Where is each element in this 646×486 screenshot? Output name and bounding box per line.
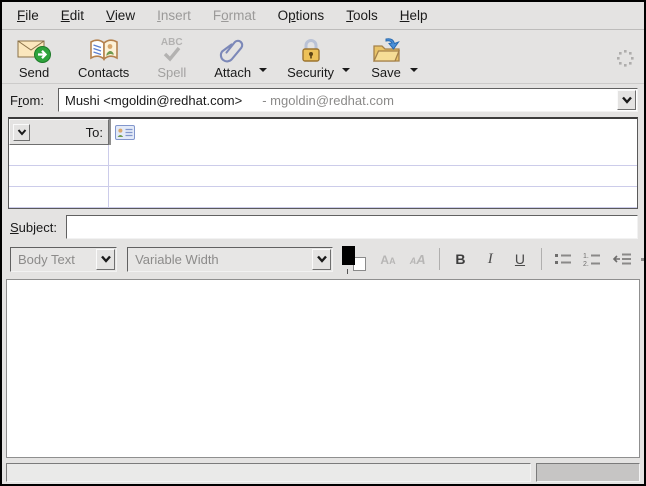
recipient-type-button[interactable]: To: [9, 119, 109, 145]
paragraph-style-dropdown-button[interactable] [96, 249, 115, 270]
compose-window: File Edit View Insert Format Options Too… [0, 0, 646, 486]
recipient-row-4[interactable] [9, 187, 637, 208]
recipient-row-3[interactable] [9, 166, 637, 187]
paragraph-style-value: Body Text [11, 252, 75, 267]
subject-input[interactable] [66, 215, 638, 239]
svg-text:2.: 2. [583, 261, 589, 267]
attach-paperclip-icon [219, 35, 246, 65]
menu-file[interactable]: File [6, 4, 50, 27]
save-button[interactable]: Save [362, 33, 410, 81]
address-card-icon [115, 125, 135, 140]
font-name-dropdown-button[interactable] [312, 249, 331, 270]
attach-button[interactable]: Attach [206, 33, 259, 81]
statusbar [2, 460, 644, 484]
menu-edit[interactable]: Edit [50, 4, 95, 27]
toolbar-overflow-indicator [641, 258, 644, 261]
subject-label: Subject: [10, 220, 66, 235]
format-toolbar: Body Text Variable Width AA AA [10, 244, 644, 274]
progress-meter [536, 463, 640, 482]
decrease-font-icon: AA [380, 252, 395, 267]
menu-insert: Insert [146, 4, 202, 27]
numbered-list-icon: 1. 2. [582, 251, 602, 267]
text-color-picker[interactable] [341, 246, 367, 272]
decrease-font-size-button: AA [373, 246, 403, 272]
attach-dropdown-arrow-icon[interactable] [259, 68, 267, 72]
from-identity-dropdown-button[interactable] [617, 90, 636, 110]
security-button-label: Security [287, 65, 334, 80]
recipient-type-label: To: [30, 125, 108, 140]
from-row: From: Mushi <mgoldin@redhat.com> - mgold… [10, 87, 638, 113]
send-mail-icon [16, 35, 52, 65]
bullet-list-icon [553, 251, 573, 267]
chevron-down-icon [621, 96, 633, 104]
contacts-button[interactable]: Contacts [70, 33, 137, 81]
menubar: File Edit View Insert Format Options Too… [2, 2, 644, 30]
send-button[interactable]: Send [8, 33, 60, 81]
bold-button[interactable]: B [446, 246, 476, 272]
message-body-editor[interactable] [6, 279, 640, 458]
security-button[interactable]: Security [279, 33, 342, 81]
security-dropdown-arrow-icon[interactable] [342, 68, 350, 72]
italic-button[interactable]: I [475, 246, 505, 272]
font-name-value: Variable Width [128, 252, 219, 267]
recipient-row-1: To: [9, 119, 637, 145]
spell-button-label: Spell [157, 65, 186, 80]
menu-tools[interactable]: Tools [335, 4, 389, 27]
spell-button: ABC Spell [149, 33, 194, 81]
from-identity-hint: - mgoldin@redhat.com [256, 93, 394, 108]
spellcheck-icon: ABC [161, 35, 183, 65]
menu-view[interactable]: View [95, 4, 146, 27]
save-dropdown-arrow-icon[interactable] [410, 68, 418, 72]
toolbar-separator [541, 248, 542, 270]
save-button-label: Save [371, 65, 401, 80]
foreground-color-swatch [342, 246, 355, 265]
contacts-addressbook-icon [88, 35, 120, 65]
recipient-address-field[interactable] [109, 119, 637, 145]
chevron-down-icon [17, 129, 27, 136]
from-identity-value: Mushi <mgoldin@redhat.com> [59, 93, 242, 108]
increase-font-icon: AA [410, 252, 426, 267]
font-name-select[interactable]: Variable Width [127, 247, 333, 272]
underline-button[interactable]: U [505, 246, 535, 272]
menu-help[interactable]: Help [389, 4, 439, 27]
menu-options[interactable]: Options [267, 4, 336, 27]
increase-font-size-button: AA [403, 246, 433, 272]
recipient-type-dropdown-button[interactable] [13, 124, 30, 141]
main-toolbar: Send Contacts ABC [2, 30, 644, 84]
recipients-grid: To: [8, 117, 638, 209]
throbber-icon [614, 47, 636, 72]
subject-row: Subject: [10, 214, 638, 240]
toolbar-separator [439, 248, 440, 270]
recipient-row-2[interactable] [9, 145, 637, 166]
paragraph-style-select[interactable]: Body Text [10, 247, 117, 272]
send-button-label: Send [19, 65, 49, 80]
chevron-down-icon [316, 255, 328, 263]
save-folder-icon [370, 35, 402, 65]
numbered-list-button[interactable]: 1. 2. [578, 246, 608, 272]
from-identity-select[interactable]: Mushi <mgoldin@redhat.com> - mgoldin@red… [58, 88, 638, 112]
security-lock-icon [298, 35, 324, 65]
chevron-down-icon [100, 255, 112, 263]
svg-text:1.: 1. [583, 253, 589, 260]
contacts-button-label: Contacts [78, 65, 129, 80]
outdent-icon [612, 251, 632, 267]
outdent-button[interactable] [607, 246, 637, 272]
attach-button-label: Attach [214, 65, 251, 80]
bullet-list-button[interactable] [548, 246, 578, 272]
from-label: From: [10, 93, 58, 108]
status-message-field [6, 463, 531, 482]
menu-format: Format [202, 4, 267, 27]
